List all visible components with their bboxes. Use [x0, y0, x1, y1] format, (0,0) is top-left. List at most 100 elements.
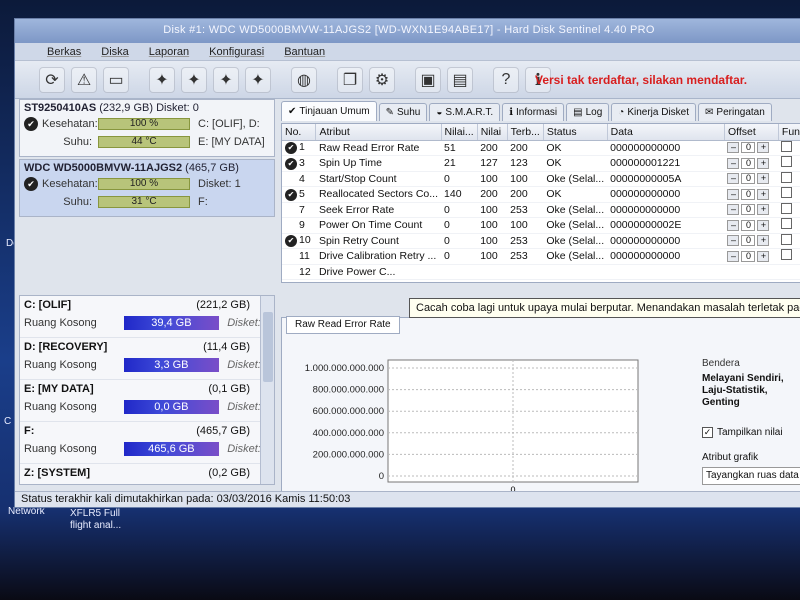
show-values-checkbox[interactable]: ✓ — [702, 427, 713, 438]
table-row[interactable]: 11 Drive Calibration Retry ... 0 100 253 Oke … — [282, 248, 800, 265]
test2-icon[interactable]: ✦ — [181, 66, 207, 93]
plus-icon[interactable]: + — [757, 235, 770, 247]
offset-stepper[interactable]: –0 + — [724, 140, 779, 156]
fun-checkbox[interactable] — [781, 171, 793, 183]
fun-checkbox[interactable] — [781, 140, 793, 152]
chart-tab-title[interactable]: Raw Read Error Rate — [286, 316, 400, 334]
offset-value[interactable]: 0 — [741, 142, 756, 154]
fun-cell[interactable] — [778, 248, 800, 265]
disk-card-1[interactable]: WDC WD5000BMVW-11AJGS2 (465,7 GB) ✔ Kese… — [19, 159, 275, 217]
offset-stepper[interactable]: –0 + — [724, 171, 779, 187]
help-icon[interactable]: ? — [493, 66, 519, 93]
disk-card-0[interactable]: ST9250410AS (232,9 GB) Disket: 0 ✔ Keseh… — [19, 99, 275, 157]
copy-icon[interactable]: ❐ — [337, 66, 363, 93]
minus-icon[interactable]: – — [727, 250, 740, 262]
volume-item[interactable]: D: [RECOVERY] (11,4 GB) Ruang Kosong 3,3 G… — [20, 338, 274, 380]
menu-berkas[interactable]: Berkas — [47, 46, 81, 58]
col-attribute[interactable]: Atribut — [315, 124, 442, 141]
tab-alerts[interactable]: ✉ Peringatan — [698, 103, 772, 121]
col-offset[interactable]: Offset — [724, 124, 779, 141]
volume-item[interactable]: Z: [SYSTEM] (0,2 GB) — [20, 464, 274, 484]
offset-value[interactable]: 0 — [741, 204, 756, 216]
minus-icon[interactable]: – — [727, 188, 740, 200]
col-fun[interactable]: Fun — [778, 124, 800, 141]
graph-attr-select[interactable]: Tayangkan ruas data — [702, 467, 800, 485]
fun-cell[interactable] — [778, 202, 800, 218]
fun-checkbox[interactable] — [781, 202, 793, 214]
table-row[interactable]: 7 Seek Error Rate 0 100 253 Oke (Selal... 0000… — [282, 202, 800, 218]
tab-log[interactable]: ▤ Log — [566, 103, 610, 121]
volume-item[interactable]: C: [OLIF] (221,2 GB) Ruang Kosong 39,4 GB D… — [20, 296, 274, 338]
fun-cell[interactable] — [778, 217, 800, 234]
table-row[interactable]: ✔ 1 Raw Read Error Rate 51 200 200 OK 000000000… — [282, 140, 800, 156]
plus-icon[interactable]: + — [757, 204, 770, 216]
volume-item[interactable]: F: (465,7 GB) Ruang Kosong 465,6 GB Disket:… — [20, 422, 274, 464]
unregistered-warning[interactable]: Versi tak terdaftar, silakan mendaftar. — [535, 73, 747, 87]
fun-cell[interactable] — [778, 186, 800, 203]
minus-icon[interactable]: – — [727, 142, 740, 154]
minus-icon[interactable]: – — [727, 235, 740, 247]
offset-value[interactable]: 0 — [741, 188, 756, 200]
tab-temperature[interactable]: ✎ Suhu — [378, 103, 428, 121]
col-status[interactable]: Status — [543, 124, 608, 141]
table-row[interactable]: ✔ 3 Spin Up Time 21 127 123 OK 000000001221–0 + — [282, 155, 800, 172]
desktop-app-icon-label[interactable]: XFLR5 Full flight anal... — [70, 508, 140, 532]
fun-cell[interactable] — [778, 171, 800, 187]
fun-checkbox[interactable] — [781, 156, 793, 168]
plus-icon[interactable]: + — [757, 157, 770, 169]
disk-icon[interactable]: ▭ — [103, 66, 129, 93]
offset-stepper[interactable]: –0 + — [724, 233, 779, 249]
fun-cell[interactable] — [778, 233, 800, 249]
menu-laporan[interactable]: Laporan — [149, 46, 189, 58]
menu-konfigurasi[interactable]: Konfigurasi — [209, 46, 264, 58]
fun-cell[interactable] — [778, 140, 800, 156]
fun-checkbox[interactable] — [781, 218, 793, 230]
scroll-thumb[interactable] — [263, 312, 273, 382]
offset-value[interactable]: 0 — [741, 157, 756, 169]
col-data[interactable]: Data — [607, 124, 725, 141]
tab-info[interactable]: ℹ Informasi — [502, 103, 565, 121]
plus-icon[interactable]: + — [757, 173, 770, 185]
table-row[interactable]: 12 Drive Power C... — [282, 264, 800, 280]
test-icon[interactable]: ✦ — [149, 66, 175, 93]
plus-icon[interactable]: + — [757, 250, 770, 262]
plus-icon[interactable]: + — [757, 142, 770, 154]
table-row[interactable]: 4 Start/Stop Count 0 100 100 Oke (Selal... 000… — [282, 171, 800, 187]
minus-icon[interactable]: – — [727, 219, 740, 231]
refresh-icon[interactable]: ⟳ — [39, 66, 65, 93]
tab-smart[interactable]: ◒ S.M.A.R.T. — [429, 103, 501, 121]
minus-icon[interactable]: – — [727, 204, 740, 216]
offset-stepper[interactable]: –0 + — [724, 155, 779, 172]
table-row[interactable]: ✔ 5 Reallocated Sectors Co... 140 200 200 OK 00… — [282, 186, 800, 203]
warning-icon[interactable]: ⚠ — [71, 66, 97, 93]
tab-overview[interactable]: ✔ Tinjauan Umum — [281, 101, 377, 121]
offset-stepper[interactable]: –0 + — [724, 202, 779, 218]
offset-value[interactable]: 0 — [741, 250, 756, 262]
offset-value[interactable]: 0 — [741, 173, 756, 185]
test3-icon[interactable]: ✦ — [213, 66, 239, 93]
network-icon[interactable]: ⚙ — [369, 66, 395, 93]
col-nilai[interactable]: Nilai — [477, 124, 508, 141]
monitor-icon[interactable]: ▣ — [415, 66, 441, 93]
fun-checkbox[interactable] — [781, 233, 793, 245]
offset-stepper[interactable]: –0 + — [724, 248, 779, 265]
fun-cell[interactable] — [778, 264, 800, 280]
minus-icon[interactable]: – — [727, 173, 740, 185]
report-icon[interactable]: ▤ — [447, 66, 473, 93]
fun-checkbox[interactable] — [781, 187, 793, 199]
table-row[interactable]: 9 Power On Time Count 0 100 100 Oke (Selal...… — [282, 217, 800, 234]
volume-scrollbar[interactable] — [260, 296, 274, 484]
plus-icon[interactable]: + — [757, 188, 770, 200]
fun-checkbox[interactable] — [781, 249, 793, 261]
offset-value[interactable]: 0 — [741, 219, 756, 231]
table-row[interactable]: ✔ 10 Spin Retry Count 0 100 253 Oke (Selal... 0… — [282, 233, 800, 249]
menu-diska[interactable]: Diska — [101, 46, 129, 58]
volume-item[interactable]: E: [MY DATA] (0,1 GB) Ruang Kosong 0,0 GB D… — [20, 380, 274, 422]
offset-value[interactable]: 0 — [741, 235, 756, 247]
minus-icon[interactable]: – — [727, 157, 740, 169]
fun-cell[interactable] — [778, 155, 800, 172]
test4-icon[interactable]: ✦ — [245, 66, 271, 93]
globe-icon[interactable]: ◍ — [291, 66, 317, 93]
col-no[interactable]: No. — [282, 124, 317, 141]
offset-stepper[interactable] — [724, 264, 779, 280]
